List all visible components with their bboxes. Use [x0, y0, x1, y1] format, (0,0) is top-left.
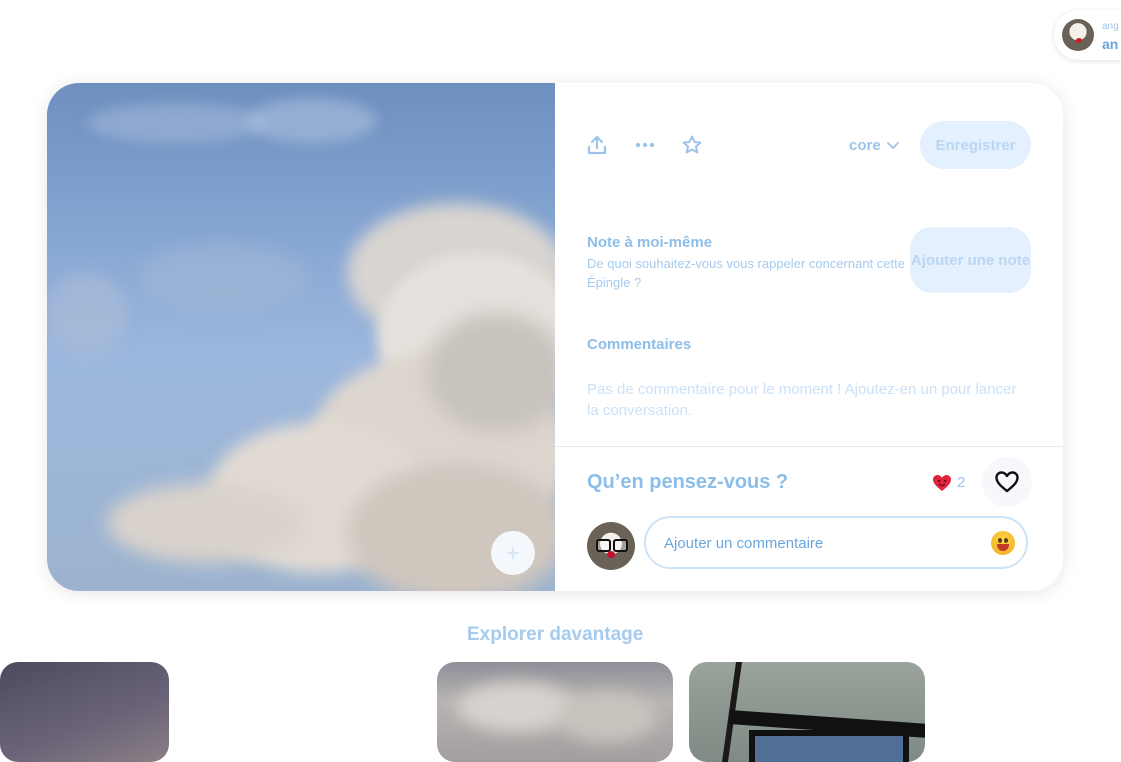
user-avatar: [587, 522, 635, 570]
emoji-eye-left: [998, 538, 1002, 543]
pin-details-panel: core Enregistrer Note à moi-même De quoi…: [555, 83, 1063, 591]
board-selector[interactable]: core: [849, 137, 899, 154]
related-pin-2[interactable]: [437, 662, 673, 762]
account-name: an: [1102, 36, 1119, 52]
note-title: Note à moi-même: [587, 234, 713, 251]
emoji-eye-right: [1004, 538, 1008, 543]
emoji-mouth: [997, 544, 1009, 551]
glasses-left: [596, 539, 611, 552]
more-options-button[interactable]: [633, 133, 657, 157]
comments-title: Commentaires: [587, 336, 692, 353]
expand-icon: [507, 547, 519, 559]
upload-icon: [587, 135, 607, 155]
heart-reaction-icon[interactable]: [932, 474, 952, 492]
related-pin-3[interactable]: [689, 662, 925, 762]
note-description: De quoi souhaitez-vous vous rappeler con…: [587, 256, 905, 290]
add-note-button[interactable]: Ajouter une note: [910, 227, 1031, 293]
react-button[interactable]: [982, 457, 1032, 507]
pin-image[interactable]: [47, 83, 555, 591]
zoom-button[interactable]: [491, 531, 535, 575]
star-icon: [682, 135, 702, 154]
avatar-nose: [607, 551, 615, 558]
comment-input[interactable]: [662, 518, 986, 569]
account-avatar: [1062, 19, 1094, 51]
feedback-question: Qu’en pensez-vous ?: [587, 471, 789, 493]
share-button[interactable]: [585, 133, 609, 157]
comment-box: [644, 516, 1028, 569]
favorite-button[interactable]: [680, 133, 704, 157]
account-chip[interactable]: ang an: [1054, 10, 1121, 60]
comments-empty-text: Pas de commentaire pour le moment ! Ajou…: [587, 381, 1017, 419]
pin-closeup-card: core Enregistrer Note à moi-même De quoi…: [47, 83, 1063, 591]
glasses-right: [613, 539, 628, 552]
heart-outline-icon: [995, 471, 1019, 493]
ellipsis-icon: [635, 142, 655, 148]
save-button[interactable]: Enregistrer: [920, 121, 1031, 169]
divider: [555, 446, 1063, 447]
related-pin-1[interactable]: [0, 662, 169, 762]
reaction-count: 2: [957, 474, 966, 491]
explore-more-title: Explorer davantage: [467, 624, 644, 645]
account-small-label: ang: [1102, 21, 1119, 32]
board-name: core: [849, 137, 881, 154]
chevron-down-icon: [886, 141, 899, 149]
emoji-picker-button[interactable]: [991, 531, 1015, 555]
